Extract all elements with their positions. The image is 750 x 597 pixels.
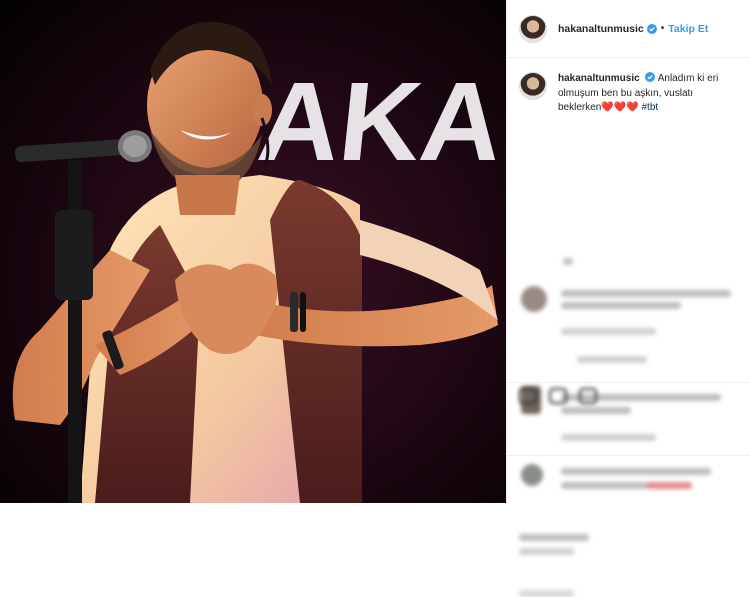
blurred-view-replies bbox=[577, 355, 647, 363]
hashtag-link[interactable]: #tbt bbox=[642, 102, 659, 113]
blurred-post-date bbox=[519, 547, 574, 555]
blurred-comment-text bbox=[561, 481, 651, 489]
post-caption: hakanaltunmusic Anladım ki eri olmuşum b… bbox=[507, 58, 750, 116]
verified-badge-icon bbox=[646, 23, 657, 34]
blurred-comment-text bbox=[561, 467, 711, 475]
profile-avatar[interactable] bbox=[519, 14, 547, 43]
blurred-comment-text bbox=[561, 406, 631, 414]
post-photo[interactable]: AKA bbox=[0, 0, 506, 503]
username-link[interactable]: hakanaltunmusic bbox=[558, 23, 644, 35]
like-icon[interactable] bbox=[519, 388, 537, 404]
separator-dot: • bbox=[660, 23, 665, 34]
blurred-comment-hearts bbox=[647, 481, 692, 489]
blurred-comment-avatar bbox=[521, 463, 543, 486]
blurred-comment-placeholder bbox=[519, 589, 574, 597]
blurred-comment-meta bbox=[561, 433, 656, 441]
post-actions bbox=[519, 388, 597, 404]
blurred-comment-text bbox=[561, 301, 681, 309]
blurred-comment-text bbox=[561, 289, 731, 297]
caption-line-3: beklerken bbox=[558, 102, 602, 113]
blurred-likes-count bbox=[519, 533, 589, 541]
instagram-post-view: AKA hakanaltunmusic • Takip Et hakanaltu… bbox=[0, 0, 750, 597]
verified-badge-icon bbox=[645, 72, 656, 82]
comment-divider bbox=[507, 455, 750, 456]
comment-icon[interactable] bbox=[549, 388, 567, 404]
blurred-comment-meta bbox=[561, 327, 656, 335]
blurred-comment-avatar bbox=[521, 285, 547, 312]
follow-button[interactable]: Takip Et bbox=[668, 23, 708, 35]
concert-photo-illustration: AKA bbox=[0, 0, 506, 503]
stage-banner-text: AKA bbox=[253, 58, 506, 184]
stage-banner: AKA bbox=[253, 58, 506, 184]
caption-line-1: Anladım ki eri bbox=[657, 73, 719, 84]
post-sidebar: hakanaltunmusic • Takip Et hakanaltunmus… bbox=[506, 0, 750, 597]
share-icon[interactable] bbox=[579, 388, 597, 404]
caption-text: hakanaltunmusic Anladım ki eri olmuşum b… bbox=[558, 72, 738, 116]
caption-line-2: olmuşum ben bu aşkın, vuslatı bbox=[558, 87, 694, 99]
actions-divider bbox=[507, 382, 750, 383]
post-header: hakanaltunmusic • Takip Et bbox=[507, 0, 750, 58]
heart-emojis: ❤️❤️❤️ bbox=[601, 102, 639, 113]
blurred-caption-time bbox=[563, 257, 573, 265]
caption-avatar[interactable] bbox=[519, 72, 547, 100]
caption-username[interactable]: hakanaltunmusic bbox=[558, 73, 640, 84]
